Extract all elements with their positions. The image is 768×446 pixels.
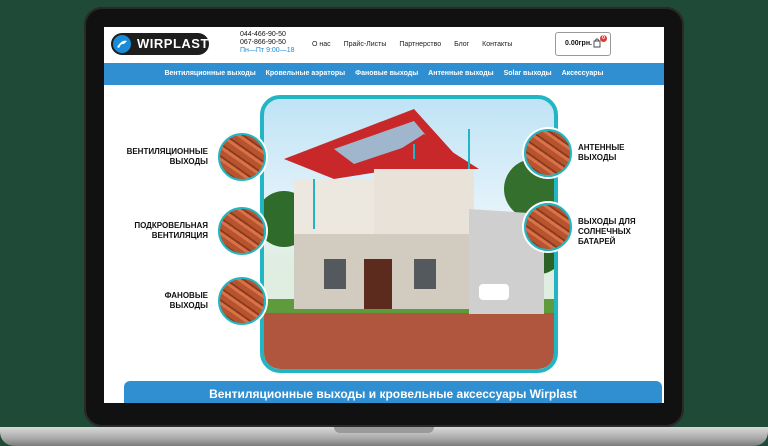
phone-1[interactable]: 044-466-90-50 bbox=[240, 31, 295, 39]
house-illustration bbox=[260, 95, 558, 373]
nav-about[interactable]: О нас bbox=[312, 41, 331, 48]
antenna-outlet-thumbnail[interactable] bbox=[524, 129, 572, 177]
ventilation-outlet-thumbnail[interactable] bbox=[218, 133, 266, 181]
label-antenna-outlets[interactable]: АНТЕННЫЕ ВЫХОДЫ bbox=[578, 143, 658, 163]
category-antenna-outlets[interactable]: Антенные выходы bbox=[428, 70, 493, 77]
nav-price-lists[interactable]: Прайс-Листы bbox=[344, 41, 387, 48]
logo-icon bbox=[113, 35, 131, 53]
label-ventilation-outlets[interactable]: ВЕНТИЛЯЦИОННЫЕ ВЫХОДЫ bbox=[122, 147, 208, 167]
category-sewer-outlets[interactable]: Фановые выходы bbox=[355, 70, 418, 77]
laptop-notch bbox=[334, 427, 434, 433]
top-nav: О нас Прайс-Листы Партнерство Блог Конта… bbox=[312, 41, 523, 48]
category-solar-outlets[interactable]: Solar выходы bbox=[504, 70, 552, 77]
category-accessories[interactable]: Аксессуары bbox=[562, 70, 604, 77]
label-solar-outlets[interactable]: ВЫХОДЫ ДЛЯ СОЛНЕЧНЫХ БАТАРЕЙ bbox=[578, 217, 664, 247]
working-hours: Пн—Пт 9:00—18 bbox=[240, 47, 295, 54]
site-header: WIRPLAST 044-466-90-50 067-866-90-50 Пн—… bbox=[104, 27, 664, 63]
label-underroof-ventilation[interactable]: ПОДКРОВЕЛЬНАЯ ВЕНТИЛЯЦИЯ bbox=[122, 221, 208, 241]
category-nav: Вентиляционные выходы Кровельные аэратор… bbox=[104, 63, 664, 85]
logo-text: WIRPLAST bbox=[137, 36, 209, 51]
section-banner: Вентиляционные выходы и кровельные аксес… bbox=[124, 381, 662, 403]
nav-contacts[interactable]: Контакты bbox=[482, 41, 512, 48]
contact-phones: 044-466-90-50 067-866-90-50 Пн—Пт 9:00—1… bbox=[240, 31, 295, 55]
browser-viewport: WIRPLAST 044-466-90-50 067-866-90-50 Пн—… bbox=[104, 27, 664, 403]
label-sewer-outlets[interactable]: ФАНОВЫЕ ВЫХОДЫ bbox=[122, 291, 208, 311]
sewer-outlet-thumbnail[interactable] bbox=[218, 277, 266, 325]
site-logo[interactable]: WIRPLAST bbox=[111, 33, 209, 55]
nav-blog[interactable]: Блог bbox=[454, 41, 469, 48]
category-ventilation-outlets[interactable]: Вентиляционные выходы bbox=[164, 70, 255, 77]
solar-outlet-thumbnail[interactable] bbox=[524, 203, 572, 251]
hero-section: ВЕНТИЛЯЦИОННЫЕ ВЫХОДЫ ПОДКРОВЕЛЬНАЯ ВЕНТ… bbox=[104, 85, 664, 403]
underroof-ventilation-thumbnail[interactable] bbox=[218, 207, 266, 255]
category-roof-aerators[interactable]: Кровельные аэраторы bbox=[266, 70, 346, 77]
cart-button[interactable]: 0.00грн. 0 bbox=[555, 32, 611, 56]
cart-count-badge: 0 bbox=[600, 35, 607, 42]
cart-price: 0.00грн. bbox=[565, 40, 592, 47]
nav-partnership[interactable]: Партнерство bbox=[399, 41, 441, 48]
phone-2[interactable]: 067-866-90-50 bbox=[240, 39, 295, 47]
